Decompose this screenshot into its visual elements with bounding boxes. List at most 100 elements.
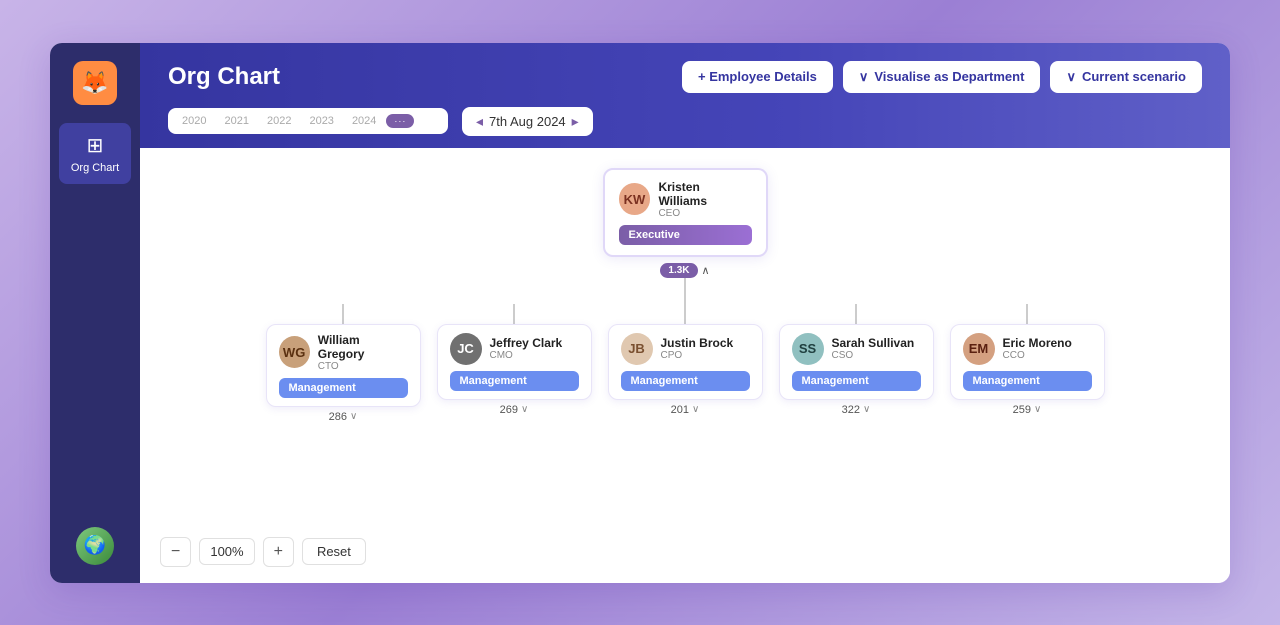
current-scenario-button[interactable]: ∨ Current scenario: [1050, 61, 1202, 93]
sidebar-item-label: Org Chart: [71, 162, 119, 174]
chevron-up-icon: ∧: [702, 264, 710, 277]
bottom-bar: − 100% + Reset: [160, 537, 366, 567]
year-2020: 2020: [182, 115, 206, 127]
ceo-card[interactable]: KW Kristen Williams CEO Executive: [603, 168, 768, 257]
app-logo: 🦊: [73, 61, 117, 105]
org-chart-icon: ⊞: [87, 133, 104, 158]
chevron-down-icon-2: ∨: [1066, 69, 1076, 85]
year-2024: 2024: [352, 115, 376, 127]
ceo-avatar: KW: [619, 183, 651, 215]
child-connector-0: [342, 304, 344, 324]
child-col-0: WG William Gregory CTO Management 286 ∨: [266, 304, 421, 423]
child-count-3: 322: [842, 404, 860, 416]
page-title: Org Chart: [168, 63, 280, 91]
user-avatar[interactable]: 🌍: [76, 527, 114, 565]
chevron-down-icon: ∨: [859, 69, 869, 85]
child-name-3: Sarah Sullivan: [832, 336, 915, 350]
sidebar-bottom: 🌍: [76, 527, 114, 565]
org-chart-area: KW Kristen Williams CEO Executive 1.3K ∧: [140, 148, 1230, 583]
timeline-thumb[interactable]: [386, 114, 414, 128]
visualise-department-button[interactable]: ∨ Visualise as Department: [843, 61, 1041, 93]
child-connector-1: [513, 304, 515, 324]
child-expand-4[interactable]: 259 ∨: [1013, 404, 1042, 416]
date-arrow-left: ◂: [476, 113, 483, 130]
child-name-1: Jeffrey Clark: [490, 336, 563, 350]
child-col-4: EM Eric Moreno CCO Management 259 ∨: [950, 304, 1105, 416]
child-dept-badge-4: Management: [963, 371, 1092, 391]
ceo-info: Kristen Williams CEO: [658, 180, 751, 219]
sidebar: 🦊 ⊞ Org Chart 🌍: [50, 43, 140, 583]
ceo-role: CEO: [658, 208, 751, 219]
child-name-4: Eric Moreno: [1003, 336, 1072, 350]
timeline-years: 2020 2021 2022 2023 2024: [182, 115, 376, 127]
ceo-expand-button[interactable]: 1.3K ∧: [660, 263, 709, 278]
chevron-down-icon-child-3: ∨: [863, 404, 870, 415]
org-chart-content: KW Kristen Williams CEO Executive 1.3K ∧: [140, 148, 1230, 583]
zoom-in-button[interactable]: +: [263, 537, 294, 567]
child-role-2: CPO: [661, 350, 734, 361]
child-connector-2: [684, 304, 686, 324]
child-count-2: 201: [671, 404, 689, 416]
child-role-3: CSO: [832, 350, 915, 361]
ceo-count: 1.3K: [660, 263, 697, 278]
child-role-1: CMO: [490, 350, 563, 361]
child-count-1: 269: [500, 404, 518, 416]
date-value: 7th Aug 2024: [489, 114, 566, 129]
zoom-out-button[interactable]: −: [160, 537, 191, 567]
child-avatar-4: EM: [963, 333, 995, 365]
visualise-label: Visualise as Department: [874, 69, 1024, 84]
year-2021: 2021: [224, 115, 248, 127]
child-expand-0[interactable]: 286 ∨: [329, 411, 358, 423]
child-col-1: JC Jeffrey Clark CMO Management 269 ∨: [437, 304, 592, 416]
child-card-header-3: SS Sarah Sullivan CSO: [792, 333, 921, 365]
zoom-value: 100%: [199, 538, 254, 565]
child-card-3[interactable]: SS Sarah Sullivan CSO Management: [779, 324, 934, 400]
child-card-1[interactable]: JC Jeffrey Clark CMO Management: [437, 324, 592, 400]
child-count-0: 286: [329, 411, 347, 423]
year-2022: 2022: [267, 115, 291, 127]
child-avatar-1: JC: [450, 333, 482, 365]
child-card-header-0: WG William Gregory CTO: [279, 333, 408, 372]
sidebar-item-org-chart[interactable]: ⊞ Org Chart: [59, 123, 131, 184]
child-name-2: Justin Brock: [661, 336, 734, 350]
connector-vertical-ceo: [684, 278, 686, 304]
child-card-0[interactable]: WG William Gregory CTO Management: [266, 324, 421, 407]
child-card-2[interactable]: JB Justin Brock CPO Management: [608, 324, 763, 400]
reset-button[interactable]: Reset: [302, 538, 366, 565]
child-role-0: CTO: [318, 361, 408, 372]
child-card-header-1: JC Jeffrey Clark CMO: [450, 333, 579, 365]
child-expand-3[interactable]: 322 ∨: [842, 404, 871, 416]
child-card-header-2: JB Justin Brock CPO: [621, 333, 750, 365]
child-col-3: SS Sarah Sullivan CSO Management 322 ∨: [779, 304, 934, 416]
child-card-4[interactable]: EM Eric Moreno CCO Management: [950, 324, 1105, 400]
child-dept-badge-1: Management: [450, 371, 579, 391]
avatar-icon: 🌍: [84, 535, 106, 556]
child-card-header-4: EM Eric Moreno CCO: [963, 333, 1092, 365]
header: Org Chart + Employee Details ∨ Visualise…: [140, 43, 1230, 148]
child-dept-badge-3: Management: [792, 371, 921, 391]
chevron-down-icon-child-0: ∨: [350, 411, 357, 422]
header-controls: 2020 2021 2022 2023 2024 ◂ 7th Aug 2024 …: [168, 107, 1202, 136]
ceo-name: Kristen Williams: [658, 180, 751, 208]
timeline-bar[interactable]: 2020 2021 2022 2023 2024: [168, 108, 448, 134]
ceo-dept-badge: Executive: [619, 225, 752, 245]
ceo-initials: KW: [624, 192, 646, 207]
child-col-2: JB Justin Brock CPO Management 201 ∨: [608, 304, 763, 416]
date-arrow-right: ▸: [572, 113, 579, 130]
child-avatar-2: JB: [621, 333, 653, 365]
employee-details-button[interactable]: + Employee Details: [682, 61, 833, 93]
children-row: WG William Gregory CTO Management 286 ∨ …: [140, 304, 1230, 423]
date-selector[interactable]: ◂ 7th Aug 2024 ▸: [462, 107, 593, 136]
child-dept-badge-2: Management: [621, 371, 750, 391]
app-window: 🦊 ⊞ Org Chart 🌍 Org Chart + Employee Det…: [50, 43, 1230, 583]
header-actions: + Employee Details ∨ Visualise as Depart…: [682, 61, 1202, 93]
ceo-card-header: KW Kristen Williams CEO: [619, 180, 752, 219]
child-avatar-3: SS: [792, 333, 824, 365]
child-connector-4: [1026, 304, 1028, 324]
child-expand-1[interactable]: 269 ∨: [500, 404, 529, 416]
child-role-4: CCO: [1003, 350, 1072, 361]
logo-icon: 🦊: [81, 70, 108, 96]
child-expand-2[interactable]: 201 ∨: [671, 404, 700, 416]
child-dept-badge-0: Management: [279, 378, 408, 398]
chevron-down-icon-child-4: ∨: [1034, 404, 1041, 415]
